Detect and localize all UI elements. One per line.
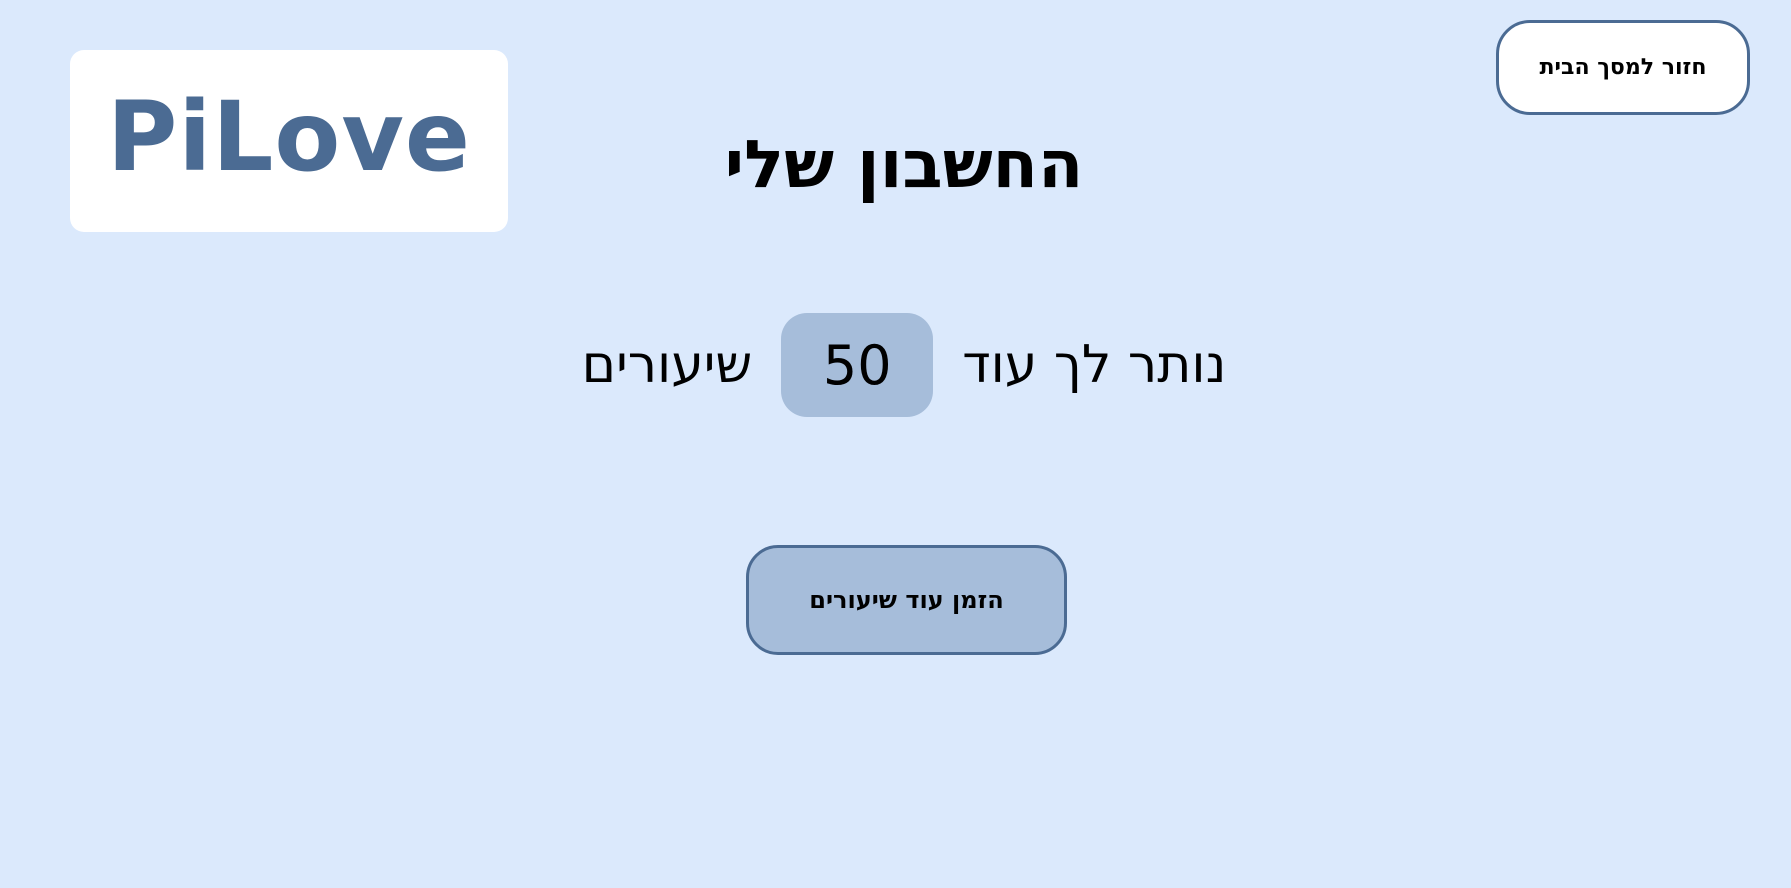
remaining-lessons-count: 50 [781, 313, 934, 417]
back-to-home-button[interactable]: חזור למסך הבית [1496, 20, 1750, 115]
page-title: החשבון שלי [724, 126, 1084, 203]
remaining-prefix-label: נותר לך עוד [962, 335, 1227, 395]
remaining-lessons-row: נותר לך עוד 50 שיעורים [0, 313, 1791, 417]
order-more-lessons-button[interactable]: הזמן עוד שיעורים [746, 545, 1067, 655]
remaining-suffix-label: שיעורים [581, 335, 753, 395]
